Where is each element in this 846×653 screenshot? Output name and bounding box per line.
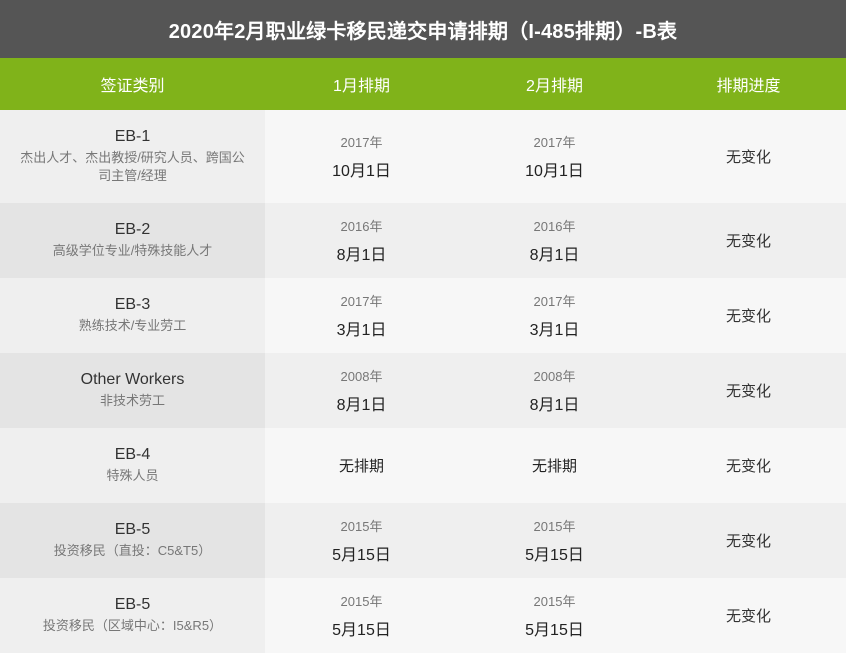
visa-category-cell: EB-3 熟练技术/专业劳工 [0, 278, 265, 353]
table-title-text: 2020年2月职业绿卡移民递交申请排期（I-485排期）-B表 [168, 20, 678, 43]
visa-category-cell: EB-5 投资移民（区域中心：I5&R5） [0, 578, 265, 653]
category-code: EB-3 [114, 296, 151, 313]
date-year: 2017年 [340, 294, 383, 309]
feb-date-cell: 2016年 8月1日 [458, 203, 651, 278]
no-cutoff-text: 无排期 [338, 458, 384, 475]
progress-status: 无变化 [725, 608, 771, 625]
category-description: 投资移民（区域中心：I5&R5） [42, 618, 223, 633]
feb-date-cell: 2015年 5月15日 [458, 578, 651, 653]
category-description: 非技术劳工 [99, 393, 165, 408]
table-row: EB-2 高级学位专业/特殊技能人才 2016年 8月1日 2016年 8月1日… [0, 203, 846, 278]
jan-date-cell: 2015年 5月15日 [265, 503, 458, 578]
category-code: EB-4 [114, 446, 151, 463]
category-description: 投资移民（直投：C5&T5） [53, 543, 212, 558]
header-jan-date: 1月排期 [333, 78, 390, 95]
progress-cell: 无变化 [651, 278, 846, 353]
date-year: 2008年 [340, 369, 383, 384]
table-row: Other Workers 非技术劳工 2008年 8月1日 2008年 8月1… [0, 353, 846, 428]
no-cutoff-text: 无排期 [531, 458, 577, 475]
date-day: 8月1日 [529, 397, 580, 414]
category-code: Other Workers [80, 371, 185, 388]
table-row: EB-3 熟练技术/专业劳工 2017年 3月1日 2017年 3月1日 无变化 [0, 278, 846, 353]
progress-cell: 无变化 [651, 110, 846, 203]
progress-status: 无变化 [725, 149, 771, 166]
feb-date-cell: 2015年 5月15日 [458, 503, 651, 578]
visa-category-cell: EB-4 特殊人员 [0, 428, 265, 503]
date-day: 5月15日 [332, 547, 391, 564]
category-code: EB-1 [114, 128, 151, 145]
date-year: 2017年 [533, 294, 576, 309]
date-year: 2015年 [533, 594, 576, 609]
jan-date-cell: 2017年 3月1日 [265, 278, 458, 353]
progress-status: 无变化 [725, 308, 771, 325]
category-description: 杰出人才、杰出教授/研究人员、跨国公司主管/经理 [20, 150, 245, 183]
table-title: 2020年2月职业绿卡移民递交申请排期（I-485排期）-B表 [0, 0, 846, 58]
category-description: 熟练技术/专业劳工 [78, 318, 187, 333]
date-year: 2017年 [340, 135, 383, 150]
progress-status: 无变化 [725, 458, 771, 475]
feb-date-cell: 2017年 3月1日 [458, 278, 651, 353]
date-day: 5月15日 [525, 547, 584, 564]
header-feb-date: 2月排期 [526, 78, 583, 95]
jan-date-cell: 2017年 10月1日 [265, 110, 458, 203]
header-progress: 排期进度 [716, 78, 781, 95]
table-row: EB-1 杰出人才、杰出教授/研究人员、跨国公司主管/经理 2017年 10月1… [0, 110, 846, 203]
jan-date-cell: 无排期 [265, 428, 458, 503]
category-code: EB-2 [114, 221, 151, 238]
progress-cell: 无变化 [651, 428, 846, 503]
table-row: EB-5 投资移民（区域中心：I5&R5） 2015年 5月15日 2015年 … [0, 578, 846, 653]
visa-category-cell: EB-2 高级学位专业/特殊技能人才 [0, 203, 265, 278]
feb-date-cell: 无排期 [458, 428, 651, 503]
category-code: EB-5 [114, 596, 151, 613]
visa-category-cell: EB-1 杰出人才、杰出教授/研究人员、跨国公司主管/经理 [0, 110, 265, 203]
table-header: 签证类别 1月排期 2月排期 排期进度 [0, 58, 846, 110]
date-year: 2015年 [533, 519, 576, 534]
date-day: 3月1日 [336, 322, 387, 339]
visa-category-cell: EB-5 投资移民（直投：C5&T5） [0, 503, 265, 578]
progress-status: 无变化 [725, 533, 771, 550]
visa-category-cell: Other Workers 非技术劳工 [0, 353, 265, 428]
date-day: 10月1日 [332, 163, 391, 180]
progress-status: 无变化 [725, 233, 771, 250]
date-day: 8月1日 [336, 397, 387, 414]
date-year: 2016年 [533, 219, 576, 234]
category-description: 特殊人员 [106, 468, 159, 483]
date-day: 8月1日 [336, 247, 387, 264]
jan-date-cell: 2016年 8月1日 [265, 203, 458, 278]
jan-date-cell: 2008年 8月1日 [265, 353, 458, 428]
table-row: EB-5 投资移民（直投：C5&T5） 2015年 5月15日 2015年 5月… [0, 503, 846, 578]
date-day: 5月15日 [332, 622, 391, 639]
progress-cell: 无变化 [651, 503, 846, 578]
category-code: EB-5 [114, 521, 151, 538]
table-row: EB-4 特殊人员 无排期 无排期 无变化 [0, 428, 846, 503]
date-day: 3月1日 [529, 322, 580, 339]
feb-date-cell: 2008年 8月1日 [458, 353, 651, 428]
date-year: 2017年 [533, 135, 576, 150]
date-year: 2016年 [340, 219, 383, 234]
progress-cell: 无变化 [651, 353, 846, 428]
progress-status: 无变化 [725, 383, 771, 400]
jan-date-cell: 2015年 5月15日 [265, 578, 458, 653]
date-day: 8月1日 [529, 247, 580, 264]
date-year: 2015年 [340, 519, 383, 534]
date-day: 10月1日 [525, 163, 584, 180]
table-body: EB-1 杰出人才、杰出教授/研究人员、跨国公司主管/经理 2017年 10月1… [0, 110, 846, 653]
category-description: 高级学位专业/特殊技能人才 [52, 243, 213, 258]
progress-cell: 无变化 [651, 203, 846, 278]
header-visa-category: 签证类别 [100, 78, 165, 95]
date-year: 2008年 [533, 369, 576, 384]
progress-cell: 无变化 [651, 578, 846, 653]
date-year: 2015年 [340, 594, 383, 609]
date-day: 5月15日 [525, 622, 584, 639]
feb-date-cell: 2017年 10月1日 [458, 110, 651, 203]
